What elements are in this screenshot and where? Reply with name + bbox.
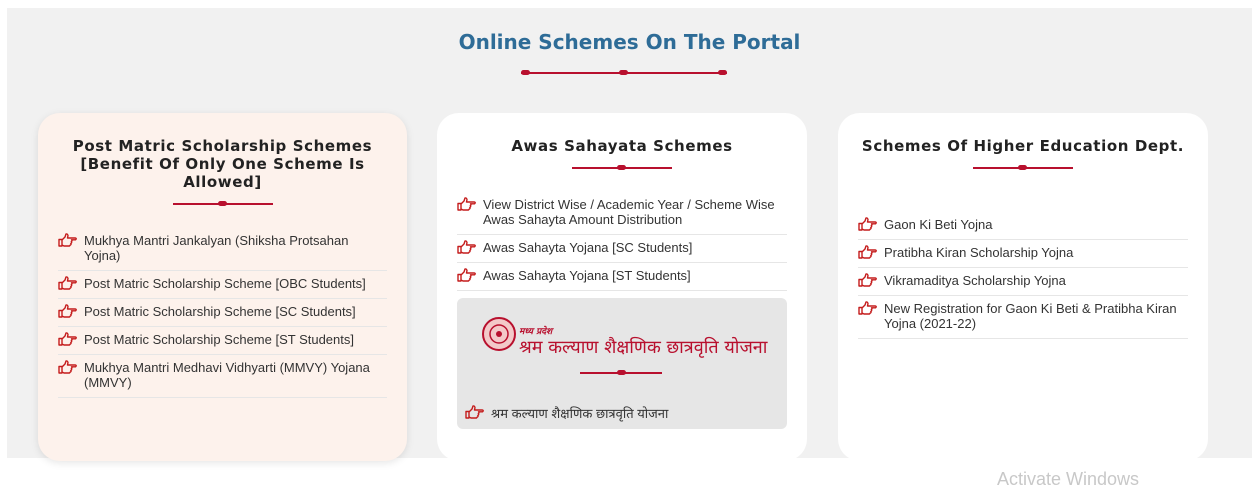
scheme-link[interactable]: Post Matric Scholarship Scheme [SC Stude… [58,299,387,327]
hand-pointing-right-icon [465,405,485,419]
scheme-link[interactable]: Mukhya Mantri Jankalyan (Shiksha Protsah… [58,228,387,271]
schemes-section: Online Schemes On The Portal Post Matric… [7,8,1252,461]
mp-emblem-icon [482,317,516,351]
scheme-list: View District Wise / Academic Year / Sch… [457,192,787,291]
shram-kalyan-banner: मध्य प्रदेश श्रम कल्याण शैक्षणिक छात्रवृ… [457,298,787,429]
card-divider [173,199,273,209]
scheme-list: Mukhya Mantri Jankalyan (Shiksha Protsah… [58,228,387,398]
hand-pointing-right-icon [58,304,78,318]
card-title: Awas Sahayata Schemes [511,137,733,155]
scheme-link[interactable]: Pratibha Kiran Scholarship Yojna [858,240,1188,268]
hand-pointing-right-icon [58,276,78,290]
hand-pointing-right-icon [858,217,878,231]
card-divider [572,163,672,173]
card-post-matric: Post Matric Scholarship Schemes [Benefit… [38,113,407,461]
card-divider [973,163,1073,173]
page-title: Online Schemes On The Portal [458,30,801,54]
hand-pointing-right-icon [457,197,477,211]
scheme-link[interactable]: New Registration for Gaon Ki Beti & Prat… [858,296,1188,339]
hand-pointing-right-icon [457,240,477,254]
scheme-link[interactable]: Awas Sahayta Yojana [ST Students] [457,263,787,291]
hand-pointing-right-icon [858,273,878,287]
hand-pointing-right-icon [58,233,78,247]
banner-divider [580,368,662,378]
hand-pointing-right-icon [858,301,878,315]
hand-pointing-right-icon [58,332,78,346]
scheme-link[interactable]: Post Matric Scholarship Scheme [ST Stude… [58,327,387,355]
scheme-link[interactable]: Gaon Ki Beti Yojna [858,212,1188,240]
scheme-link[interactable]: View District Wise / Academic Year / Sch… [457,192,787,235]
scheme-link[interactable]: Vikramaditya Scholarship Yojna [858,268,1188,296]
title-divider [521,68,727,78]
shram-kalyan-link[interactable]: श्रम कल्याण शैक्षणिक छात्रवृति योजना [465,404,668,422]
scheme-link[interactable]: Awas Sahayta Yojana [SC Students] [457,235,787,263]
hand-pointing-right-icon [457,268,477,282]
scheme-list: Gaon Ki Beti Yojna Pratibha Kiran Schola… [858,212,1188,339]
hand-pointing-right-icon [58,360,78,374]
card-title: Post Matric Scholarship Schemes [Benefit… [72,137,373,191]
card-higher-education: Schemes Of Higher Education Dept. Gaon K… [838,113,1208,461]
hand-pointing-right-icon [858,245,878,259]
card-title: Schemes Of Higher Education Dept. [861,137,1185,155]
banner-title: श्रम कल्याण शैक्षणिक छात्रवृति योजना [519,337,768,358]
scheme-link[interactable]: Post Matric Scholarship Scheme [OBC Stud… [58,271,387,299]
scheme-link[interactable]: Mukhya Mantri Medhavi Vidhyarti (MMVY) Y… [58,355,387,398]
card-awas-sahayata: Awas Sahayata Schemes View District Wise… [437,113,807,461]
